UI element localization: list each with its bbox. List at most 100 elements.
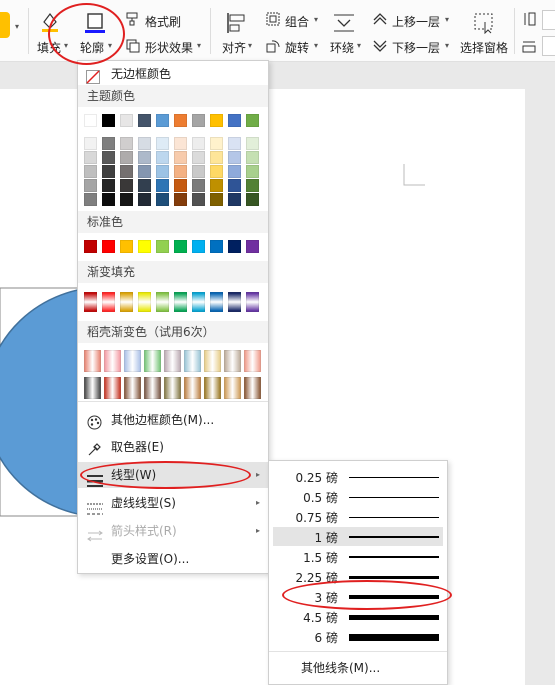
- gradient-fill-swatch[interactable]: [102, 292, 115, 312]
- docer-gradient-swatch[interactable]: [144, 350, 161, 372]
- theme-shade-swatch[interactable]: [192, 193, 205, 206]
- docer-gradient-swatch[interactable]: [164, 377, 181, 399]
- bring-forward-button[interactable]: 上移一层: [392, 13, 440, 30]
- theme-shade-swatch[interactable]: [102, 137, 115, 150]
- theme-shade-swatch[interactable]: [156, 193, 169, 206]
- line-weight-option[interactable]: 6 磅: [273, 627, 443, 646]
- theme-shade-swatch[interactable]: [210, 151, 223, 164]
- theme-shade-swatch[interactable]: [210, 179, 223, 192]
- wrap-button[interactable]: 环绕: [330, 39, 354, 56]
- line-weight-option[interactable]: 0.5 磅: [273, 487, 443, 506]
- align-button[interactable]: 对齐: [222, 39, 246, 56]
- theme-shade-swatch[interactable]: [174, 137, 187, 150]
- line-weight-option[interactable]: 1.5 磅: [273, 547, 443, 566]
- standard-color-swatch[interactable]: [84, 240, 97, 253]
- docer-gradient-swatch[interactable]: [104, 377, 121, 399]
- theme-shade-swatch[interactable]: [228, 179, 241, 192]
- theme-color-swatch[interactable]: [228, 114, 241, 127]
- standard-color-swatch[interactable]: [102, 240, 115, 253]
- docer-gradient-swatch[interactable]: [124, 377, 141, 399]
- theme-shade-swatch[interactable]: [102, 165, 115, 178]
- docer-gradient-swatch[interactable]: [104, 350, 121, 372]
- gradient-fill-swatch[interactable]: [192, 292, 205, 312]
- theme-shade-swatch[interactable]: [102, 193, 115, 206]
- theme-color-swatch[interactable]: [210, 114, 223, 127]
- docer-gradient-swatch[interactable]: [184, 350, 201, 372]
- gradient-fill-swatch[interactable]: [156, 292, 169, 312]
- theme-shade-swatch[interactable]: [84, 151, 97, 164]
- width-icon[interactable]: [522, 39, 536, 53]
- gradient-fill-swatch[interactable]: [246, 292, 259, 312]
- theme-shade-swatch[interactable]: [246, 193, 259, 206]
- docer-gradient-swatch[interactable]: [224, 377, 241, 399]
- group-icon[interactable]: [266, 12, 280, 26]
- align-icon[interactable]: [226, 12, 248, 34]
- theme-shade-swatch[interactable]: [246, 137, 259, 150]
- no-border-item[interactable]: 无边框颜色: [78, 61, 268, 87]
- format-brush-button[interactable]: 格式刷: [145, 13, 181, 30]
- standard-color-swatch[interactable]: [246, 240, 259, 253]
- docer-gradient-swatch[interactable]: [244, 350, 261, 372]
- theme-shade-swatch[interactable]: [228, 151, 241, 164]
- theme-color-swatch[interactable]: [120, 114, 133, 127]
- arrow-style-item[interactable]: 箭头样式(R) ▸: [78, 518, 268, 544]
- group-button[interactable]: 组合: [285, 13, 309, 30]
- dash-type-item[interactable]: 虚线线型(S) ▸: [78, 490, 268, 516]
- theme-shade-swatch[interactable]: [138, 137, 151, 150]
- theme-shade-swatch[interactable]: [228, 165, 241, 178]
- docer-gradient-swatch[interactable]: [124, 350, 141, 372]
- theme-shade-swatch[interactable]: [174, 179, 187, 192]
- theme-shade-swatch[interactable]: [84, 137, 97, 150]
- send-backward-icon[interactable]: [372, 39, 388, 53]
- standard-color-swatch[interactable]: [138, 240, 151, 253]
- theme-shade-swatch[interactable]: [246, 165, 259, 178]
- theme-shade-swatch[interactable]: [84, 179, 97, 192]
- more-lines-item[interactable]: 其他线条(M)...: [273, 657, 443, 679]
- theme-shade-swatch[interactable]: [174, 165, 187, 178]
- theme-color-swatch[interactable]: [192, 114, 205, 127]
- docer-gradient-swatch[interactable]: [224, 350, 241, 372]
- theme-shade-swatch[interactable]: [84, 193, 97, 206]
- theme-shade-swatch[interactable]: [138, 151, 151, 164]
- rotate-icon[interactable]: [266, 39, 280, 53]
- shape-effect-button[interactable]: 形状效果: [145, 39, 193, 56]
- theme-shade-swatch[interactable]: [102, 179, 115, 192]
- theme-shade-swatch[interactable]: [138, 193, 151, 206]
- standard-color-swatch[interactable]: [174, 240, 187, 253]
- docer-gradient-swatch[interactable]: [144, 377, 161, 399]
- theme-shade-swatch[interactable]: [156, 179, 169, 192]
- docer-gradient-swatch[interactable]: [84, 377, 101, 399]
- theme-shade-swatch[interactable]: [120, 193, 133, 206]
- gradient-fill-swatch[interactable]: [84, 292, 97, 312]
- gradient-fill-swatch[interactable]: [138, 292, 151, 312]
- selection-pane-icon[interactable]: [473, 12, 495, 35]
- standard-color-swatch[interactable]: [192, 240, 205, 253]
- theme-shade-swatch[interactable]: [138, 179, 151, 192]
- theme-shade-swatch[interactable]: [246, 151, 259, 164]
- theme-color-swatch[interactable]: [174, 114, 187, 127]
- theme-shade-swatch[interactable]: [156, 151, 169, 164]
- standard-color-swatch[interactable]: [228, 240, 241, 253]
- theme-shade-swatch[interactable]: [210, 165, 223, 178]
- standard-color-swatch[interactable]: [156, 240, 169, 253]
- gradient-fill-swatch[interactable]: [120, 292, 133, 312]
- theme-shade-swatch[interactable]: [174, 151, 187, 164]
- theme-shade-swatch[interactable]: [156, 165, 169, 178]
- theme-shade-swatch[interactable]: [192, 179, 205, 192]
- selection-pane-button[interactable]: 选择窗格: [460, 39, 508, 56]
- send-backward-button[interactable]: 下移一层: [392, 39, 440, 56]
- theme-shade-swatch[interactable]: [192, 151, 205, 164]
- docer-gradient-swatch[interactable]: [204, 350, 221, 372]
- size-input-field[interactable]: [542, 10, 555, 30]
- gradient-fill-swatch[interactable]: [210, 292, 223, 312]
- docer-gradient-swatch[interactable]: [164, 350, 181, 372]
- theme-shade-swatch[interactable]: [102, 151, 115, 164]
- theme-color-swatch[interactable]: [246, 114, 259, 127]
- more-colors-item[interactable]: 其他边框颜色(M)...: [78, 407, 268, 433]
- theme-color-swatch[interactable]: [102, 114, 115, 127]
- height-icon[interactable]: [522, 12, 536, 26]
- docer-gradient-swatch[interactable]: [204, 377, 221, 399]
- eyedropper-item[interactable]: 取色器(E): [78, 434, 268, 460]
- theme-shade-swatch[interactable]: [120, 151, 133, 164]
- docer-gradient-swatch[interactable]: [244, 377, 261, 399]
